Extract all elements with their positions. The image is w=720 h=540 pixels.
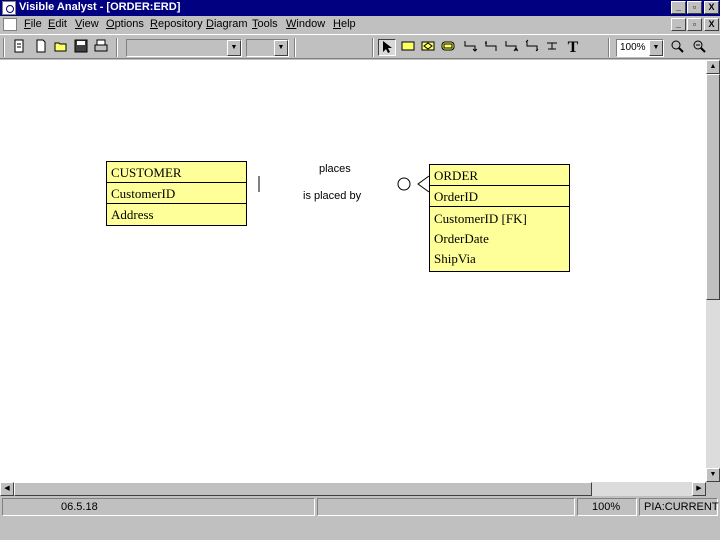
scroll-left-icon[interactable]: ◀ <box>0 482 14 496</box>
child-close-button[interactable]: X <box>704 18 719 31</box>
bottom-strip <box>0 518 720 540</box>
status-bar: 06.5.18 100% PIA:CURRENT <box>0 496 720 518</box>
toolbar-separator <box>608 38 610 57</box>
save-icon[interactable] <box>72 39 90 56</box>
status-mode: PIA:CURRENT <box>639 498 719 516</box>
status-zoom: 100% <box>577 498 637 516</box>
chevron-down-icon[interactable]: ▼ <box>227 40 241 56</box>
app-icon[interactable] <box>2 1 16 15</box>
chevron-down-icon[interactable]: ▼ <box>649 40 663 56</box>
child-minimize-button[interactable]: _ <box>671 18 686 31</box>
horizontal-scroll-thumb[interactable] <box>14 482 592 496</box>
zoom-out-icon[interactable] <box>690 39 708 56</box>
entity-attribute: Address <box>111 207 154 222</box>
horizontal-scrollbar[interactable]: ◀ ▶ <box>0 482 706 496</box>
open-icon[interactable] <box>52 39 70 56</box>
entity-order[interactable]: ORDER OrderID CustomerID [FK] OrderDate … <box>429 164 570 272</box>
entity-name: CUSTOMER <box>107 162 246 183</box>
zoom-dropdown[interactable]: 100% ▼ <box>616 39 664 57</box>
entity-key: OrderID <box>430 186 569 207</box>
restore-button[interactable]: ▫ <box>687 1 702 14</box>
entity-attribute: ShipVia <box>434 251 476 266</box>
entity-attribute: OrderDate <box>434 231 489 246</box>
vertical-scroll-thumb[interactable] <box>706 74 720 300</box>
entity-tool-icon[interactable] <box>399 39 417 56</box>
scroll-right-icon[interactable]: ▶ <box>692 482 706 496</box>
menu-diagram[interactable]: Diagram <box>206 18 248 30</box>
minimize-button[interactable]: _ <box>671 1 686 14</box>
toolbar-separator <box>372 38 374 57</box>
status-version: 06.5.18 <box>2 498 315 516</box>
optional-cardinality-mark <box>397 177 411 191</box>
scroll-up-icon[interactable]: ▲ <box>706 60 720 74</box>
relationship-tool-2-icon[interactable] <box>482 39 500 56</box>
menu-tools[interactable]: Tools <box>252 18 278 30</box>
many-cardinality-mark <box>417 175 430 193</box>
relationship-label[interactable]: places <box>319 163 351 175</box>
menu-window[interactable]: Window <box>286 18 325 30</box>
print-icon[interactable] <box>92 39 110 56</box>
title-bar[interactable]: Visible Analyst - [ORDER:ERD] _ ▫ X <box>0 0 720 16</box>
relationship-reverse-label[interactable]: is placed by <box>303 190 361 202</box>
entity-name: ORDER <box>430 165 569 186</box>
scroll-corner <box>706 482 720 496</box>
size-dropdown[interactable]: ▼ <box>246 39 289 57</box>
entity-key: CustomerID <box>107 183 246 204</box>
menu-edit[interactable]: Edit <box>48 18 67 30</box>
entity-customer[interactable]: CUSTOMER CustomerID Address <box>106 161 247 226</box>
toolbar-separator <box>294 38 296 57</box>
menu-options[interactable]: Options <box>106 18 144 30</box>
pointer-icon[interactable] <box>378 39 396 56</box>
new-doc-icon[interactable] <box>32 39 50 56</box>
attributive-entity-icon[interactable] <box>439 39 457 56</box>
new-file-icon[interactable] <box>10 39 28 56</box>
menu-repository[interactable]: Repository <box>150 18 203 30</box>
toolbar-separator <box>116 38 118 57</box>
relationship-tool-5-icon[interactable] <box>543 39 561 56</box>
chevron-down-icon[interactable]: ▼ <box>274 40 288 56</box>
toolbar-grip <box>3 38 5 57</box>
window-title: Visible Analyst - [ORDER:ERD] <box>19 1 181 13</box>
relationship-tool-4-icon[interactable] <box>523 39 541 56</box>
vertical-scrollbar[interactable]: ▲ ▼ <box>706 60 720 482</box>
text-tool-icon[interactable]: T <box>564 39 582 56</box>
entity-attribute: CustomerID [FK] <box>434 211 527 226</box>
entity-attributes: CustomerID [FK] OrderDate ShipVia <box>430 207 569 271</box>
zoom-value: 100% <box>620 42 646 53</box>
child-restore-button[interactable]: ▫ <box>687 18 702 31</box>
menu-help[interactable]: Help <box>333 18 356 30</box>
scroll-down-icon[interactable]: ▼ <box>706 468 720 482</box>
status-message <box>317 498 575 516</box>
menu-bar: File Edit View Options Repository Diagra… <box>0 16 720 34</box>
associative-entity-icon[interactable] <box>419 39 437 56</box>
diagram-canvas[interactable]: CUSTOMER CustomerID Address ORDER OrderI… <box>0 60 706 482</box>
relationship-tool-3-icon[interactable] <box>502 39 520 56</box>
menu-file[interactable]: File <box>24 18 42 30</box>
style-dropdown[interactable]: ▼ <box>126 39 242 57</box>
toolbar: ▼ ▼ T 100% ▼ <box>0 34 720 59</box>
menu-view[interactable]: View <box>75 18 99 30</box>
document-icon[interactable] <box>3 18 17 31</box>
zoom-in-icon[interactable] <box>668 39 686 56</box>
close-button[interactable]: X <box>704 1 719 14</box>
relationship-tool-icon[interactable] <box>461 39 479 56</box>
